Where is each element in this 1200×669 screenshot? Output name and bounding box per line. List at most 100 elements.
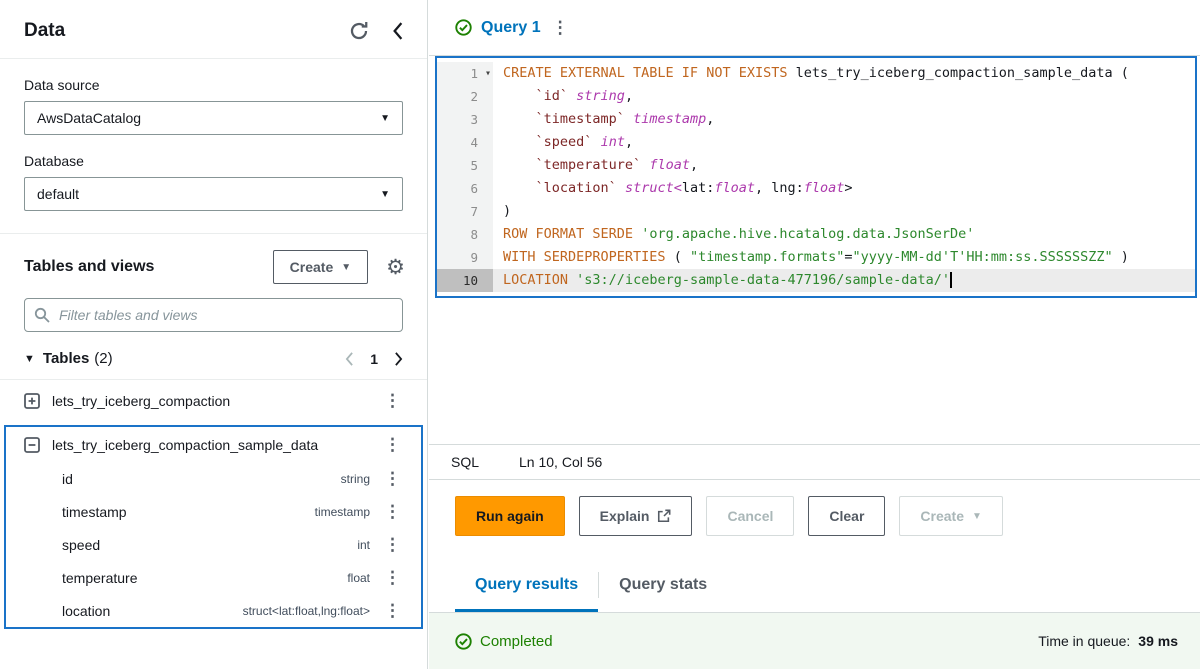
line-number: 6 (437, 177, 493, 200)
code-line[interactable]: 5 `temperature` float, (437, 154, 1195, 177)
create-query-label: Create (920, 508, 964, 524)
column-name: location (62, 603, 243, 619)
column-type: string (341, 472, 370, 486)
kebab-menu-icon[interactable]: ⋮ (382, 503, 403, 520)
line-number: 10 (437, 269, 493, 292)
cursor-position: Ln 10, Col 56 (519, 454, 602, 470)
filter-tables-input[interactable] (24, 298, 403, 332)
kebab-menu-icon[interactable]: ⋮ (382, 470, 403, 487)
tab-query-1[interactable]: Query 1 (481, 19, 541, 37)
column-name: temperature (62, 570, 347, 586)
explain-button[interactable]: Explain (579, 496, 693, 536)
code-text: `timestamp` timestamp, (493, 108, 1195, 131)
time-in-queue-value: 39 ms (1138, 633, 1178, 649)
code-line[interactable]: 6 `location` struct<lat:float, lng:float… (437, 177, 1195, 200)
kebab-menu-icon[interactable]: ⋮ (382, 436, 403, 453)
line-number: 7 (437, 200, 493, 223)
code-text: `speed` int, (493, 131, 1195, 154)
editor-region: 1▾CREATE EXTERNAL TABLE IF NOT EXISTS le… (429, 56, 1200, 444)
code-line[interactable]: 3 `timestamp` timestamp, (437, 108, 1195, 131)
create-button[interactable]: Create ▼ (273, 250, 369, 284)
tables-section-header: ▼ Tables (2) 1 (0, 332, 427, 380)
column-row[interactable]: locationstruct<lat:float,lng:float> ⋮ (6, 594, 421, 627)
line-number: 2 (437, 85, 493, 108)
table-row[interactable]: lets_try_iceberg_compaction_sample_data … (6, 427, 421, 462)
columns-list: idstring⋮timestamptimestamp⋮speedint⋮tem… (6, 462, 421, 627)
tab-kebab-menu-icon[interactable]: ⋮ (550, 19, 571, 36)
external-link-icon (657, 509, 671, 523)
code-line[interactable]: 10LOCATION 's3://iceberg-sample-data-477… (437, 269, 1195, 292)
create-query-button[interactable]: Create ▼ (899, 496, 1003, 536)
page-prev-icon[interactable] (345, 352, 354, 366)
code-line[interactable]: 4 `speed` int, (437, 131, 1195, 154)
page-number: 1 (370, 351, 378, 367)
tab-query-results[interactable]: Query results (455, 550, 598, 612)
column-type: timestamp (315, 505, 370, 519)
tables-count: (2) (94, 350, 112, 367)
kebab-menu-icon[interactable]: ⋮ (382, 602, 403, 619)
code-text: CREATE EXTERNAL TABLE IF NOT EXISTS lets… (493, 62, 1195, 85)
results-status-bar: Completed Time in queue: 39 ms (429, 613, 1200, 669)
kebab-menu-icon[interactable]: ⋮ (382, 536, 403, 553)
column-type: struct<lat:float,lng:float> (243, 604, 370, 618)
collapse-minus-icon[interactable] (24, 437, 40, 453)
tables-label: Tables (43, 350, 89, 367)
data-source-select[interactable]: AwsDataCatalog ▼ (24, 101, 403, 135)
completed-status: Completed (455, 633, 553, 650)
code-line[interactable]: 9WITH SERDEPROPERTIES ( "timestamp.forma… (437, 246, 1195, 269)
tab-query-stats[interactable]: Query stats (599, 550, 727, 612)
code-text: `location` struct<lat:float, lng:float> (493, 177, 1195, 200)
table-row[interactable]: lets_try_iceberg_compaction ⋮ (0, 380, 427, 421)
code-line[interactable]: 8ROW FORMAT SERDE 'org.apache.hive.hcata… (437, 223, 1195, 246)
line-number: 1▾ (437, 62, 493, 85)
section-caret-icon[interactable]: ▼ (24, 353, 35, 365)
run-again-button[interactable]: Run again (455, 496, 565, 536)
column-row[interactable]: timestamptimestamp ⋮ (6, 495, 421, 528)
code-line[interactable]: 7) (437, 200, 1195, 223)
fold-arrow-icon[interactable]: ▾ (485, 62, 491, 85)
chevron-down-icon: ▼ (972, 511, 982, 522)
column-name: timestamp (62, 504, 315, 520)
clear-button[interactable]: Clear (808, 496, 885, 536)
column-row[interactable]: temperaturefloat ⋮ (6, 561, 421, 594)
code-text: `temperature` float, (493, 154, 1195, 177)
time-in-queue: Time in queue: 39 ms (1038, 633, 1178, 649)
code-text: `id` string, (493, 85, 1195, 108)
code-text: ROW FORMAT SERDE 'org.apache.hive.hcatal… (493, 223, 1195, 246)
column-row[interactable]: speedint⋮ (6, 528, 421, 561)
cancel-label: Cancel (727, 508, 773, 524)
page-next-icon[interactable] (394, 352, 403, 366)
chevron-down-icon: ▼ (380, 113, 390, 124)
sql-editor[interactable]: 1▾CREATE EXTERNAL TABLE IF NOT EXISTS le… (435, 56, 1197, 298)
source-section: Data source AwsDataCatalog ▼ Database de… (0, 59, 427, 211)
data-source-value: AwsDataCatalog (37, 110, 380, 126)
completed-check-icon (455, 633, 472, 650)
line-number: 8 (437, 223, 493, 246)
gear-icon[interactable]: ⚙ (386, 257, 405, 278)
time-in-queue-label: Time in queue: (1038, 633, 1130, 649)
collapse-panel-icon[interactable] (391, 22, 405, 40)
language-mode[interactable]: SQL (451, 454, 479, 470)
code-line[interactable]: 2 `id` string, (437, 85, 1195, 108)
chevron-down-icon: ▼ (380, 189, 390, 200)
cancel-button[interactable]: Cancel (706, 496, 794, 536)
code-line[interactable]: 1▾CREATE EXTERNAL TABLE IF NOT EXISTS le… (437, 62, 1195, 85)
column-type: int (357, 538, 370, 552)
kebab-menu-icon[interactable]: ⋮ (382, 569, 403, 586)
kebab-menu-icon[interactable]: ⋮ (382, 392, 403, 409)
editor-statusbar: SQL Ln 10, Col 56 (429, 444, 1200, 480)
expand-plus-icon[interactable] (24, 393, 40, 409)
refresh-icon[interactable] (349, 21, 369, 41)
table-name: lets_try_iceberg_compaction (52, 393, 370, 409)
table-name: lets_try_iceberg_compaction_sample_data (52, 437, 370, 453)
clear-label: Clear (829, 508, 864, 524)
pagination: 1 (345, 351, 403, 367)
tables-views-header: Tables and views Create ▼ ⚙ (0, 234, 427, 298)
column-name: id (62, 471, 341, 487)
database-select[interactable]: default ▼ (24, 177, 403, 211)
results-tabs: Query results Query stats (429, 550, 1200, 613)
column-type: float (347, 571, 370, 585)
highlighted-table-section: lets_try_iceberg_compaction_sample_data … (4, 425, 423, 629)
create-button-label: Create (290, 259, 334, 275)
column-row[interactable]: idstring ⋮ (6, 462, 421, 495)
